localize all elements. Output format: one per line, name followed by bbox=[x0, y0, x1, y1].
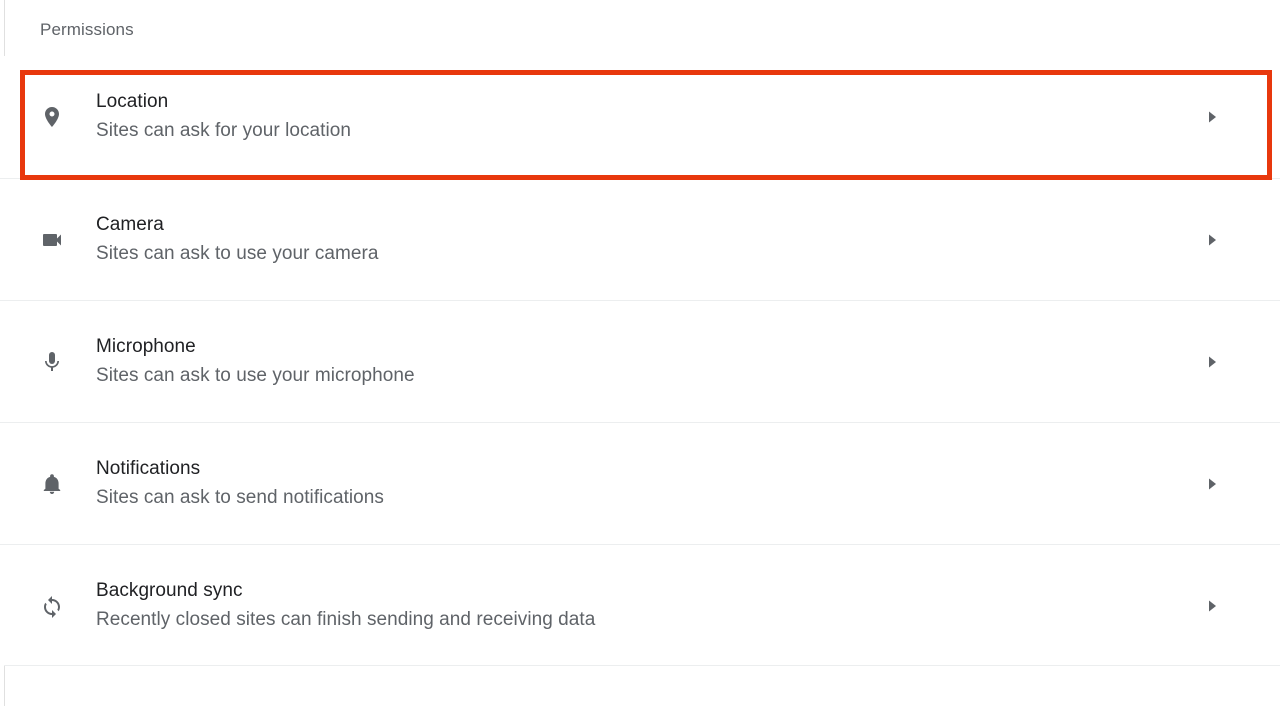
permission-row-background-sync[interactable]: Background sync Recently closed sites ca… bbox=[0, 544, 1280, 666]
chevron-right-icon[interactable] bbox=[1200, 472, 1224, 496]
permission-subtitle: Sites can ask to use your camera bbox=[96, 242, 379, 264]
permission-subtitle: Sites can ask for your location bbox=[96, 120, 352, 141]
permission-row-notifications[interactable]: Notifications Sites can ask to send noti… bbox=[0, 422, 1280, 544]
bell-icon bbox=[40, 472, 64, 496]
sync-icon bbox=[40, 594, 64, 618]
page-title: Permissions bbox=[40, 20, 134, 39]
permission-title: Location bbox=[96, 91, 169, 112]
permissions-list: Location Sites can ask for your location… bbox=[0, 56, 1280, 666]
chevron-right-icon[interactable] bbox=[1200, 350, 1224, 374]
permission-title: Background sync bbox=[96, 579, 243, 601]
permission-title: Camera bbox=[96, 213, 164, 235]
location-pin-icon bbox=[40, 105, 64, 129]
permission-subtitle: Sites can ask to send notifications bbox=[96, 486, 384, 508]
chevron-right-icon[interactable] bbox=[1200, 594, 1224, 618]
permission-row-text: Location Sites can ask for your location bbox=[96, 89, 1200, 145]
permissions-settings-panel: Permissions Location Sites can ask for y… bbox=[0, 0, 1280, 666]
permission-row-camera[interactable]: Camera Sites can ask to use your camera bbox=[0, 178, 1280, 300]
permission-row-microphone[interactable]: Microphone Sites can ask to use your mic… bbox=[0, 300, 1280, 422]
permission-row-text: Notifications Sites can ask to send noti… bbox=[96, 456, 1200, 512]
permission-row-text: Microphone Sites can ask to use your mic… bbox=[96, 334, 1200, 390]
permission-title: Microphone bbox=[96, 335, 196, 357]
chevron-right-icon[interactable] bbox=[1200, 228, 1224, 252]
permission-row-text: Camera Sites can ask to use your camera bbox=[96, 212, 1200, 268]
permission-row-location[interactable]: Location Sites can ask for your location bbox=[0, 56, 1280, 178]
microphone-icon bbox=[40, 350, 64, 374]
permission-title: Notifications bbox=[96, 457, 201, 479]
permission-subtitle: Sites can ask to use your microphone bbox=[96, 364, 415, 386]
permission-row-text: Background sync Recently closed sites ca… bbox=[96, 578, 1200, 634]
chevron-right-icon[interactable] bbox=[1200, 105, 1224, 129]
permission-subtitle: Recently closed sites can finish sending… bbox=[96, 608, 596, 630]
camera-icon bbox=[40, 228, 64, 252]
